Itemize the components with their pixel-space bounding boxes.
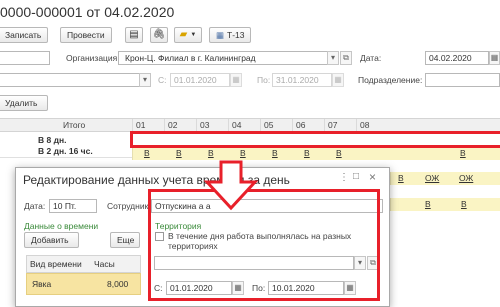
more-button[interactable]: Еще: [110, 232, 140, 248]
hours-column-header: Часы: [94, 259, 115, 269]
post-button-label: Провести: [67, 30, 105, 40]
table-row[interactable]: [390, 198, 500, 211]
write-button-label: Записать: [5, 30, 42, 40]
time-table-header: Вид времени Часы: [26, 255, 141, 273]
calendar-icon: ▦: [490, 53, 499, 62]
calendar-icon: ▦: [232, 75, 240, 84]
table-row[interactable]: [390, 172, 500, 185]
day-mark[interactable]: В: [461, 199, 467, 209]
day-mark[interactable]: В: [208, 148, 214, 158]
total-column-header: Итого: [63, 120, 86, 130]
to-label: По:: [257, 75, 271, 85]
date-field[interactable]: 04.02.2020: [425, 51, 489, 65]
organization-dropdown[interactable]: ▾: [327, 51, 339, 65]
attach-button[interactable]: 🖇: [150, 27, 168, 43]
subdivision-label: Подразделение:: [358, 75, 423, 85]
period-kind-dropdown[interactable]: ▾: [139, 73, 151, 87]
from-calendar[interactable]: ▦: [230, 73, 242, 87]
table-row[interactable]: Явка 8,000: [26, 273, 141, 295]
folder-icon: ▰: [179, 29, 188, 40]
paperclip-icon: 🖇: [152, 29, 166, 40]
post-button[interactable]: Провести: [60, 27, 112, 43]
t13-button-label: Т-13: [227, 30, 245, 40]
table-row[interactable]: [132, 147, 500, 160]
organization-field[interactable]: Крон-Ц. Филиал в г. Калининград: [118, 51, 328, 65]
dialog-date-label: Дата:: [24, 201, 46, 211]
chevron-down-icon: ▾: [142, 75, 147, 84]
kind-column-header: Вид времени: [30, 259, 82, 269]
print-preview-button[interactable]: ▤: [125, 27, 143, 43]
period-kind-field[interactable]: [0, 73, 140, 87]
day-mark[interactable]: ОЖ: [425, 173, 439, 183]
day-mark[interactable]: В: [336, 148, 342, 158]
row-hours: 8,000: [107, 279, 129, 289]
close-icon[interactable]: ×: [369, 170, 376, 184]
report-icon: ▦: [216, 30, 225, 40]
day-mark[interactable]: В: [398, 173, 404, 183]
create-based-on-button[interactable]: ▰ ▼: [174, 27, 202, 43]
calendar-icon: ▦: [334, 75, 342, 84]
day-mark[interactable]: В: [460, 148, 466, 158]
day-mark[interactable]: ОЖ: [459, 173, 473, 183]
add-button-label: Добавить: [31, 235, 69, 245]
total-days-line2: В 2 дн. 16 чс.: [38, 146, 93, 156]
more-button-label: Еще: [117, 235, 135, 245]
organization-label: Организация:: [66, 53, 120, 63]
grid-header: Итого 01 02 03 04 05 06 07 08: [0, 118, 500, 133]
day-mark[interactable]: В: [176, 148, 182, 158]
document-title: 0000-000001 от 04.02.2020: [0, 4, 175, 20]
t13-report-button[interactable]: ▦ Т-13: [209, 27, 251, 43]
annotation-highlight-territory: [148, 189, 380, 301]
to-field[interactable]: 31.01.2020: [272, 73, 332, 87]
from-field[interactable]: 01.01.2020: [170, 73, 230, 87]
annotation-highlight-row: [130, 131, 500, 148]
day-mark[interactable]: В: [425, 199, 431, 209]
document-list-icon: ▤: [129, 29, 139, 40]
total-days-line1: В 8 дн.: [38, 135, 67, 145]
organization-open[interactable]: ⧉: [340, 51, 352, 65]
to-calendar[interactable]: ▦: [332, 73, 344, 87]
add-button[interactable]: Добавить: [24, 232, 79, 248]
from-label: С:: [158, 75, 167, 85]
menu-icon[interactable]: ⋮: [339, 172, 349, 183]
write-button[interactable]: Записать: [0, 27, 48, 43]
maximize-icon[interactable]: □: [353, 171, 359, 182]
left-field[interactable]: [0, 51, 50, 65]
annotation-arrow: [203, 160, 259, 211]
dialog-date-field[interactable]: 10 Пт.: [49, 199, 97, 213]
day-mark[interactable]: В: [240, 148, 246, 158]
time-data-label: Данные о времени: [24, 221, 99, 231]
delete-button-label: Удалить: [5, 98, 38, 108]
day-mark[interactable]: В: [304, 148, 310, 158]
delete-button[interactable]: Удалить: [0, 95, 48, 111]
date-label: Дата:: [360, 53, 382, 63]
day-mark[interactable]: В: [144, 148, 150, 158]
chevron-down-icon: ▾: [330, 53, 335, 62]
subdivision-field[interactable]: [425, 73, 500, 87]
chevron-down-icon: ▼: [190, 32, 197, 38]
date-calendar[interactable]: ▦: [489, 51, 500, 65]
employee-label: Сотрудник:: [107, 201, 151, 211]
row-kind: Явка: [32, 279, 52, 289]
day-mark[interactable]: В: [272, 148, 278, 158]
open-icon: ⧉: [343, 53, 349, 62]
